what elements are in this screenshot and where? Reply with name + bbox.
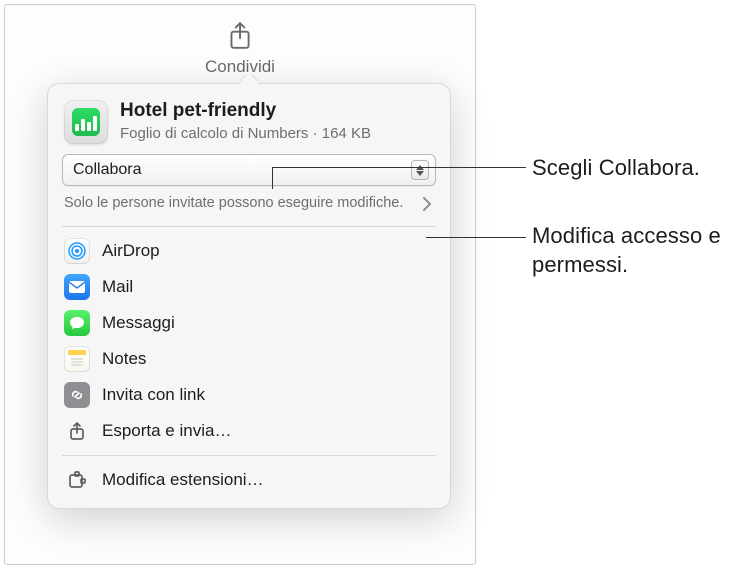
document-header: Hotel pet-friendly Foglio di calcolo di … <box>48 84 450 154</box>
callout-leader-line <box>426 237 526 238</box>
share-popover: Hotel pet-friendly Foglio di calcolo di … <box>47 83 451 509</box>
window-frame: Condividi Hotel pet-friendly Foglio di c… <box>4 4 476 565</box>
extensions-icon <box>64 467 90 493</box>
permissions-summary: Solo le persone invitate possono eseguir… <box>64 194 415 214</box>
share-item-label: Esporta e invia… <box>102 421 231 441</box>
collaboration-mode-dropdown[interactable]: Collabora <box>62 154 436 186</box>
document-subtitle: Foglio di calcolo di Numbers · 164 KB <box>120 125 434 142</box>
share-item-invite-link[interactable]: Invita con link <box>56 377 442 413</box>
permissions-row[interactable]: Solo le persone invitate possono eseguir… <box>62 186 436 226</box>
share-icon <box>227 21 253 51</box>
callout-leader-line <box>272 167 526 168</box>
edit-extensions[interactable]: Modifica estensioni… <box>56 462 442 498</box>
chevron-right-icon <box>423 197 432 211</box>
dropdown-selected-label: Collabora <box>73 161 141 179</box>
airdrop-icon <box>64 238 90 264</box>
share-item-label: Messaggi <box>102 313 175 333</box>
edit-extensions-label: Modifica estensioni… <box>102 470 264 490</box>
share-label: Condividi <box>205 57 275 77</box>
share-item-messages[interactable]: Messaggi <box>56 305 442 341</box>
share-item-label: Notes <box>102 349 146 369</box>
share-item-notes[interactable]: Notes <box>56 341 442 377</box>
popover-arrow <box>240 75 258 85</box>
updown-stepper-icon <box>411 160 429 180</box>
mail-icon <box>64 274 90 300</box>
notes-icon <box>64 346 90 372</box>
share-item-label: Mail <box>102 277 133 297</box>
document-title: Hotel pet-friendly <box>120 100 434 123</box>
share-item-label: Invita con link <box>102 385 205 405</box>
share-item-label: AirDrop <box>102 241 160 261</box>
share-item-export-send[interactable]: Esporta e invia… <box>56 413 442 449</box>
share-item-airdrop[interactable]: AirDrop <box>56 233 442 269</box>
numbers-app-icon <box>64 100 108 144</box>
callout-choose-collaborate: Scegli Collabora. <box>532 154 700 183</box>
share-target-list: AirDrop Mail Messaggi Notes <box>48 227 450 455</box>
callout-modify-access: Modifica accesso e permessi. <box>532 222 742 279</box>
share-item-mail[interactable]: Mail <box>56 269 442 305</box>
messages-icon <box>64 310 90 336</box>
export-send-icon <box>64 418 90 444</box>
link-icon <box>64 382 90 408</box>
toolbar-share-button[interactable]: Condividi <box>205 21 275 77</box>
